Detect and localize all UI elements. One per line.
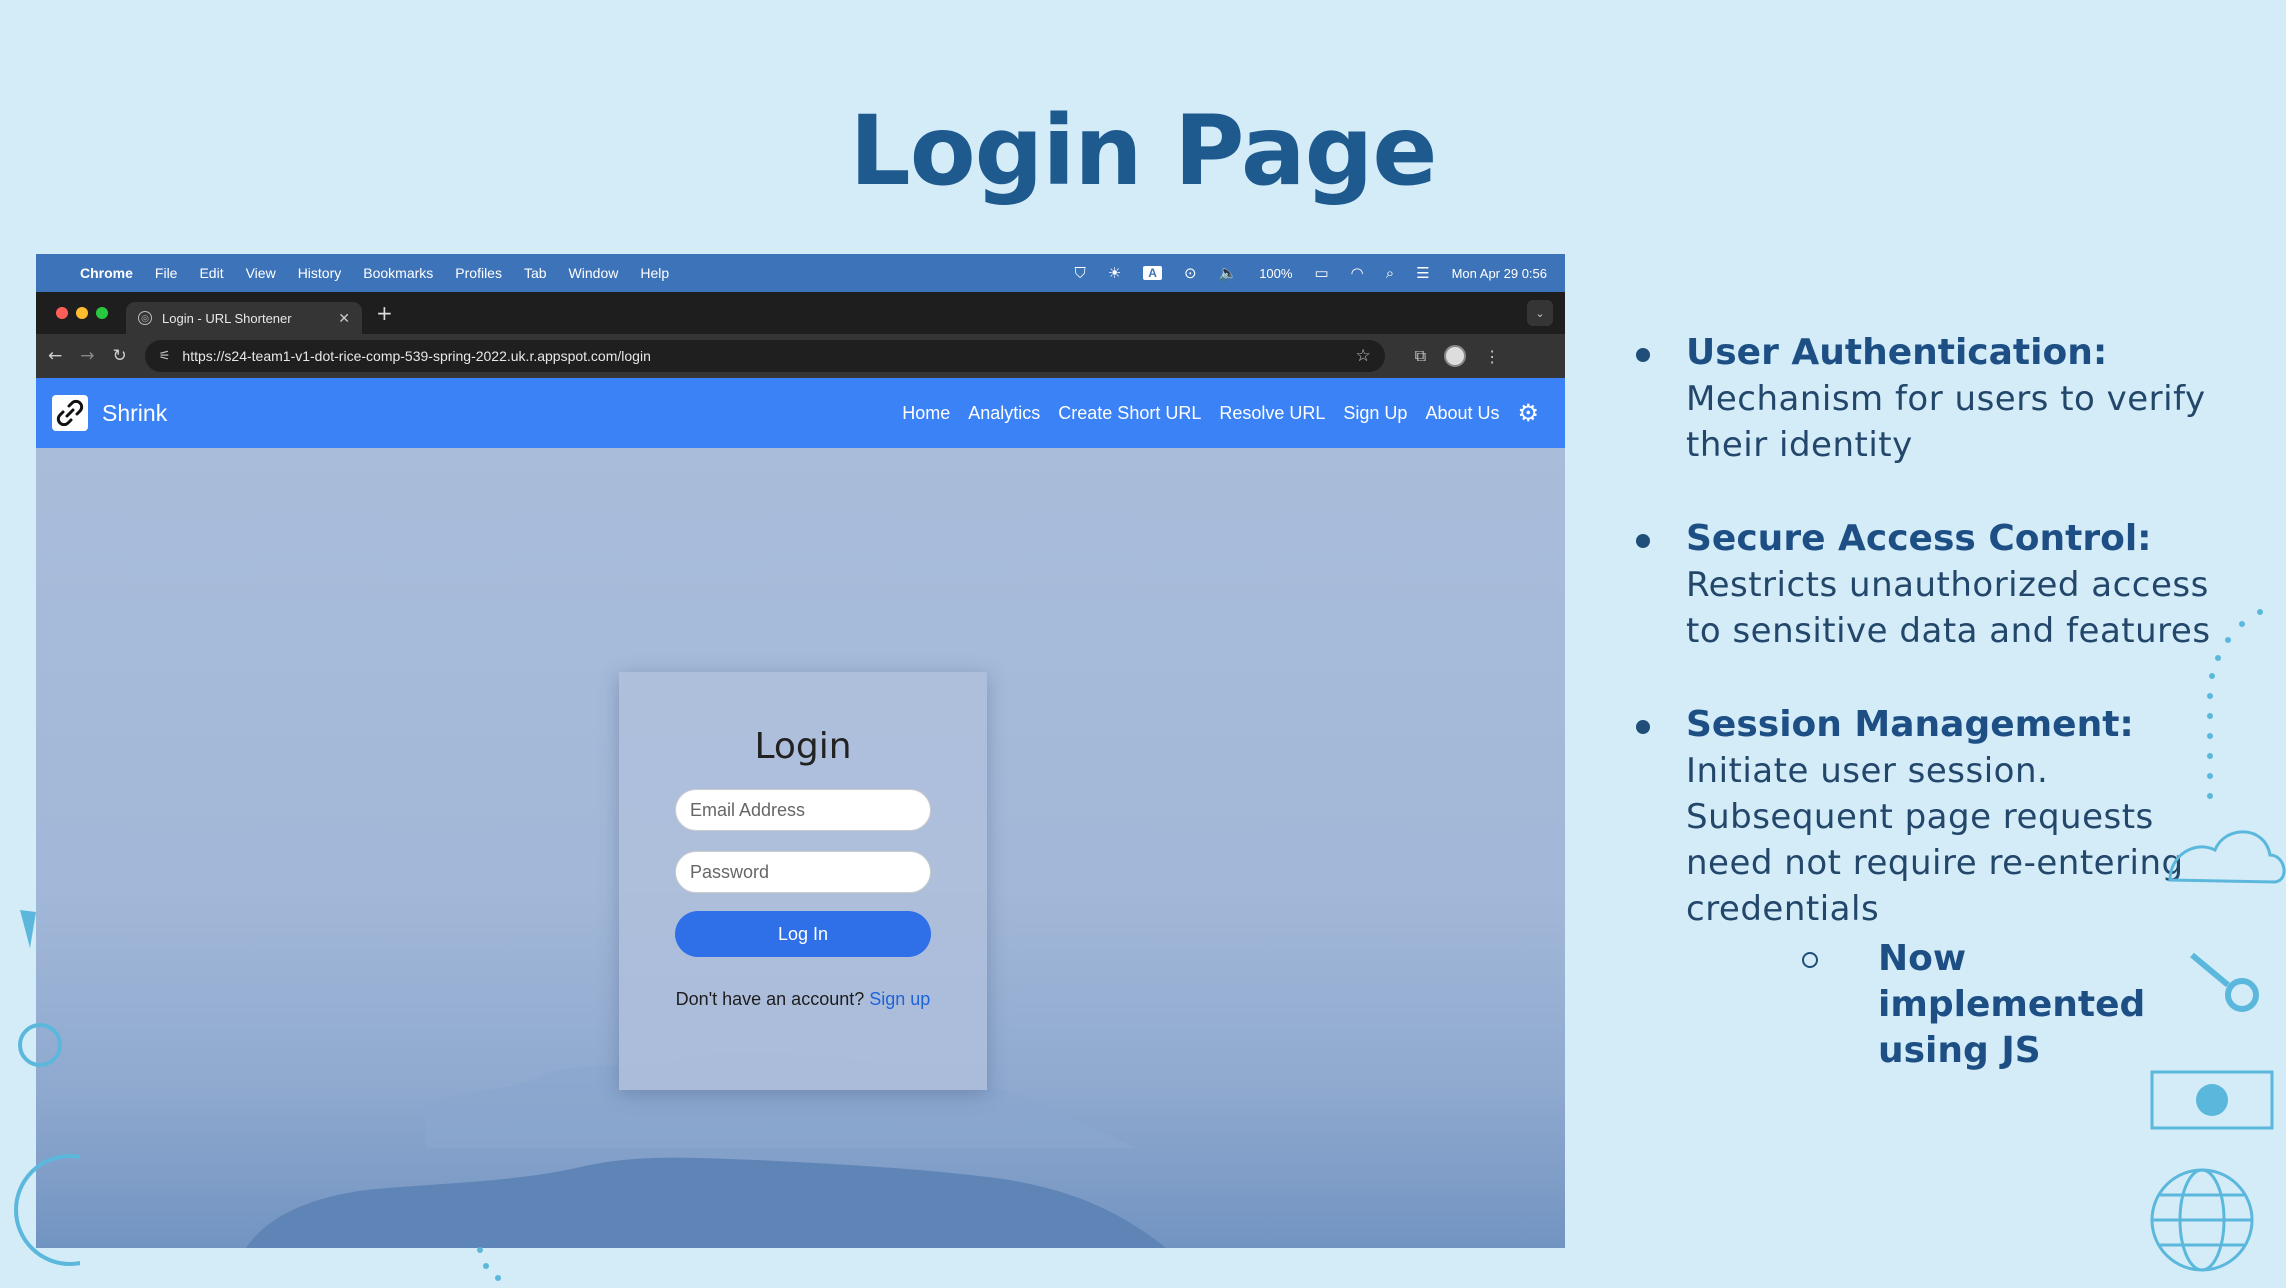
- menubar-clock[interactable]: Mon Apr 29 0:56: [1452, 266, 1547, 281]
- password-input[interactable]: [675, 851, 931, 893]
- brand[interactable]: Shrink: [52, 395, 167, 431]
- battery-percent: 100%: [1259, 265, 1293, 281]
- bullet-dot: [1636, 720, 1650, 734]
- search-icon[interactable]: ⌕: [1386, 265, 1394, 282]
- login-heading: Login: [754, 726, 852, 767]
- bullet-dot: [1636, 534, 1650, 548]
- browser-tab-active[interactable]: ◎ Login - URL Shortener ✕: [126, 302, 362, 334]
- gear-icon[interactable]: ⚙: [1517, 399, 1539, 428]
- bullet-desc: Mechanism for users to verify their iden…: [1686, 379, 2206, 465]
- sign-up-link[interactable]: Sign up: [869, 989, 930, 1009]
- nav-resolve-url[interactable]: Resolve URL: [1219, 403, 1325, 424]
- close-window-button[interactable]: [56, 307, 68, 319]
- email-input[interactable]: [675, 789, 931, 831]
- site-navbar: Shrink Home Analytics Create Short URL R…: [36, 378, 1565, 448]
- key-icon: [2190, 952, 2259, 1012]
- chevron-down-icon[interactable]: ⌄: [1527, 300, 1553, 326]
- wifi-icon[interactable]: ◠: [1351, 264, 1364, 282]
- decorative-illustrations: [2150, 609, 2286, 1272]
- globe-icon: ◎: [138, 311, 152, 325]
- dots-decoration: [477, 1247, 501, 1281]
- control-center-icon[interactable]: ☰: [1416, 264, 1429, 282]
- volume-icon[interactable]: 🔈: [1219, 264, 1238, 282]
- login-card: Login Log In Don't have an account? Sign…: [619, 672, 987, 1090]
- profile-avatar[interactable]: [1444, 345, 1467, 367]
- menu-app-name[interactable]: Chrome: [80, 265, 133, 281]
- bookmark-star-icon[interactable]: ☆: [1356, 346, 1371, 366]
- browser-screenshot: Chrome File Edit View History Bookmarks …: [36, 254, 1565, 1248]
- window-controls: [56, 307, 108, 319]
- globe-icon: [2150, 1168, 2254, 1272]
- menu-window[interactable]: Window: [569, 265, 619, 281]
- bullet-item: User Authentication: Mechanism for users…: [1636, 330, 2246, 468]
- log-in-button[interactable]: Log In: [675, 911, 931, 957]
- bullet-desc: Restricts unauthorized access to sensiti…: [1686, 565, 2211, 651]
- signup-prompt-text: Don't have an account?: [675, 989, 865, 1009]
- menu-profiles[interactable]: Profiles: [455, 265, 502, 281]
- menu-tab[interactable]: Tab: [524, 265, 547, 281]
- slide-title: Login Page: [849, 95, 1438, 207]
- sub-bullet-text: Now implemented using JS: [1878, 938, 2146, 1071]
- tab-title: Login - URL Shortener: [162, 310, 292, 326]
- bullet-desc: Initiate user session. Subsequent page r…: [1686, 751, 2184, 929]
- bullet-title: Secure Access Control:: [1686, 518, 2152, 559]
- reload-icon[interactable]: ↻: [113, 346, 127, 366]
- sub-bullet-ring: [1802, 952, 1818, 968]
- link-icon: [52, 395, 88, 431]
- close-icon[interactable]: ✕: [338, 310, 350, 327]
- left-decorations: [14, 910, 80, 1266]
- macos-menubar: Chrome File Edit View History Bookmarks …: [36, 254, 1565, 292]
- menu-help[interactable]: Help: [640, 265, 669, 281]
- bullet-dot: [1636, 348, 1650, 362]
- shield-icon[interactable]: ⛉: [1075, 265, 1086, 282]
- nav-sign-up[interactable]: Sign Up: [1343, 403, 1407, 424]
- menu-view[interactable]: View: [246, 265, 276, 281]
- nav-analytics[interactable]: Analytics: [968, 403, 1040, 424]
- address-bar-row: ← → ↻ ⚟ https://s24-team1-v1-dot-rice-co…: [36, 334, 1565, 378]
- more-menu-icon[interactable]: ⋮: [1484, 347, 1500, 366]
- browser-tab-strip: ◎ Login - URL Shortener ✕ + ⌄: [36, 292, 1565, 334]
- input-source-icon[interactable]: A: [1143, 266, 1162, 280]
- nav-about-us[interactable]: About Us: [1425, 403, 1499, 424]
- url-bar[interactable]: ⚟ https://s24-team1-v1-dot-rice-comp-539…: [144, 340, 1385, 372]
- nav-home[interactable]: Home: [902, 403, 950, 424]
- play-icon[interactable]: ⊙: [1184, 264, 1197, 282]
- signup-prompt: Don't have an account? Sign up: [619, 989, 987, 1010]
- menu-history[interactable]: History: [298, 265, 342, 281]
- menu-file[interactable]: File: [155, 265, 178, 281]
- menu-edit[interactable]: Edit: [199, 265, 223, 281]
- menu-bookmarks[interactable]: Bookmarks: [363, 265, 433, 281]
- maximize-window-button[interactable]: [96, 307, 108, 319]
- minimize-window-button[interactable]: [76, 307, 88, 319]
- cloud-icon: [2168, 830, 2286, 884]
- extensions-icon[interactable]: ⧉: [1415, 346, 1426, 366]
- brightness-icon[interactable]: ☀: [1108, 264, 1121, 282]
- nav-create-short-url[interactable]: Create Short URL: [1058, 403, 1201, 424]
- back-arrow-icon[interactable]: ←: [48, 346, 62, 366]
- url-text[interactable]: https://s24-team1-v1-dot-rice-comp-539-s…: [182, 348, 1343, 364]
- brand-name: Shrink: [102, 399, 168, 426]
- bullet-title: User Authentication:: [1686, 332, 2108, 373]
- site-settings-icon[interactable]: ⚟: [159, 349, 171, 364]
- new-tab-button[interactable]: +: [376, 301, 393, 325]
- battery-icon[interactable]: ▭: [1314, 264, 1328, 282]
- forward-arrow-icon[interactable]: →: [80, 346, 94, 366]
